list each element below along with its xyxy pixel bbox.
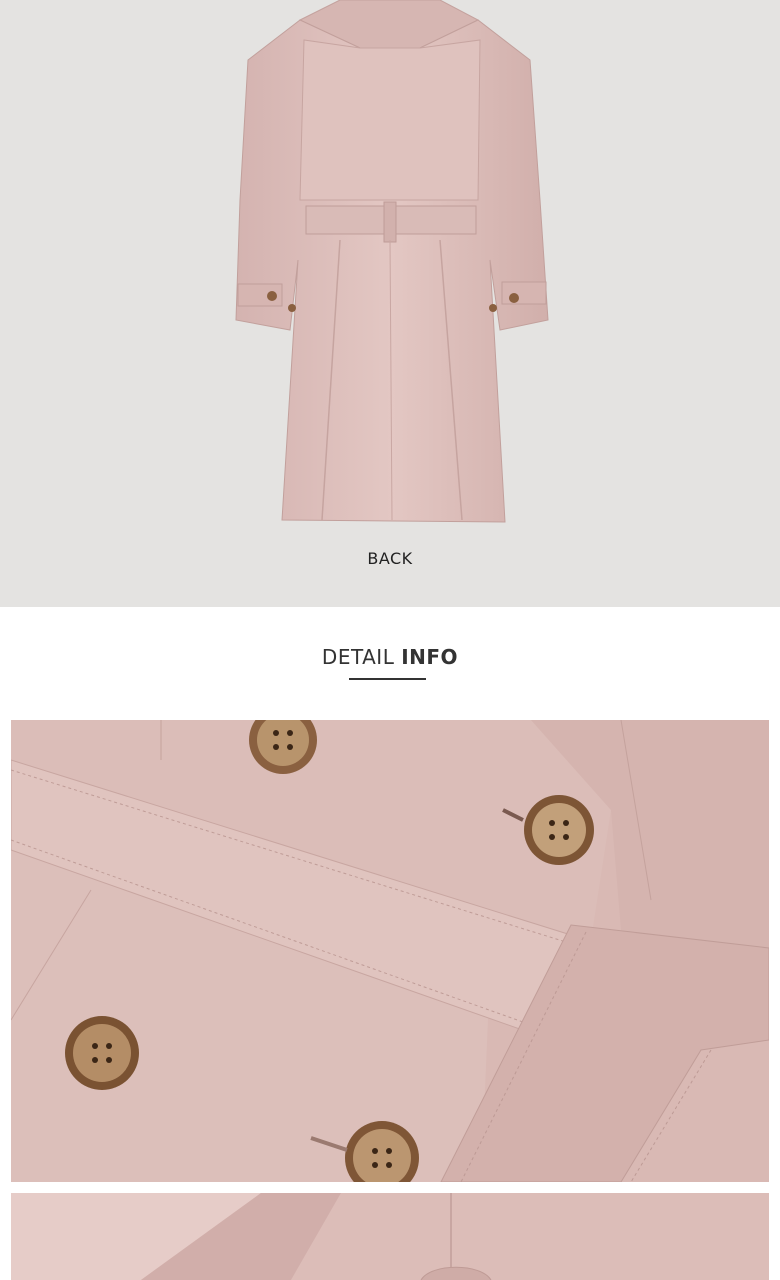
coat-button [524,795,594,865]
detail-heading-light: DETAIL [321,645,395,669]
detail-heading-bold: INFO [401,645,459,669]
coat-button [65,1016,139,1090]
belt-buttons-closeup [11,720,769,1182]
back-view-label: BACK [367,549,413,568]
detail-info-heading: DETAIL INFO [0,645,780,669]
product-back-view: BACK [0,0,780,607]
detail-photo-lining [11,1193,769,1280]
heading-underline [349,678,426,680]
detail-photo-belt-buttons [11,720,769,1182]
coat-back-illustration [235,0,549,523]
lining-closeup [11,1193,769,1280]
